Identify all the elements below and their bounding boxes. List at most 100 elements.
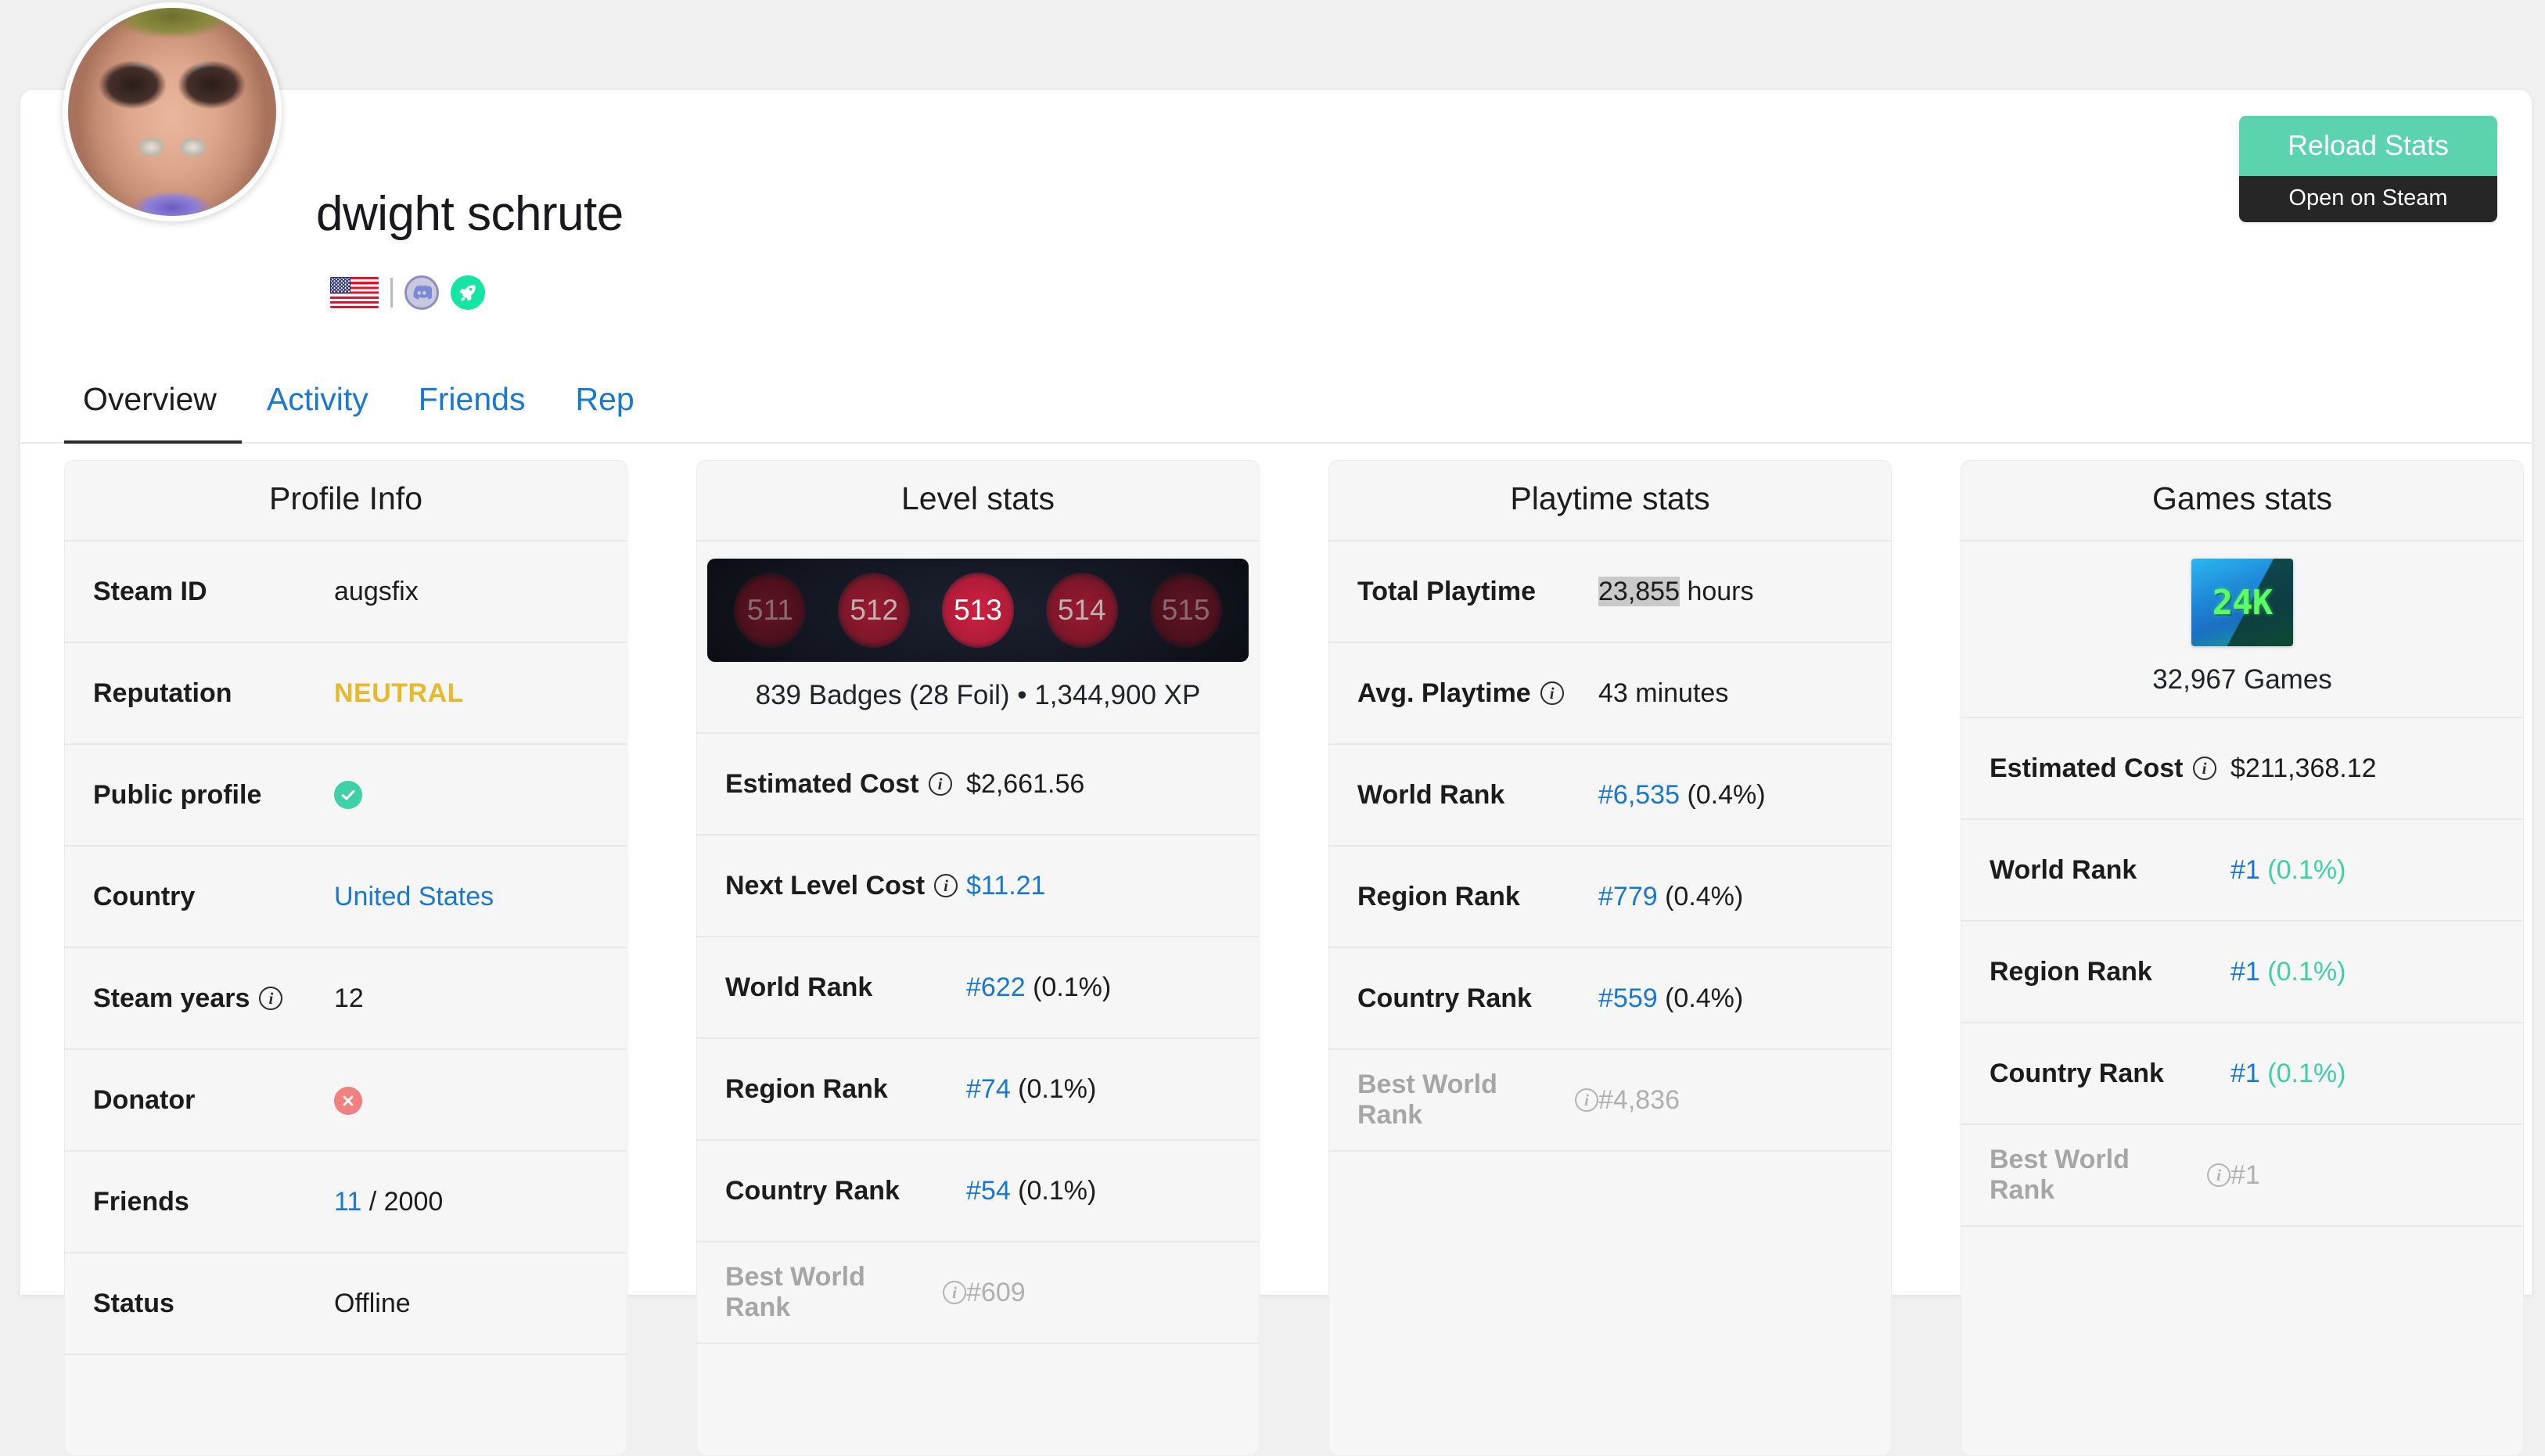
level-chip: 511 bbox=[734, 573, 807, 649]
row-value: #609 bbox=[966, 1277, 1026, 1307]
united-states-flag-icon bbox=[330, 277, 379, 308]
info-icon[interactable]: i bbox=[259, 987, 283, 1011]
info-icon[interactable]: i bbox=[943, 1281, 966, 1305]
row-label-text: Steam years bbox=[93, 983, 250, 1013]
row-label: Status bbox=[93, 1288, 174, 1318]
row-label: Region Rank bbox=[725, 1073, 888, 1104]
tab-rep[interactable]: Rep bbox=[550, 383, 659, 442]
row-friends: Friends 11 / 2000 bbox=[65, 1152, 627, 1254]
tab-friends[interactable]: Friends bbox=[394, 383, 551, 442]
row-label: Total Playtime bbox=[1357, 576, 1536, 606]
rank-link[interactable]: #54 bbox=[966, 1176, 1011, 1206]
info-icon[interactable]: i bbox=[2207, 1163, 2230, 1188]
profile-tabs: Overview Activity Friends Rep bbox=[20, 340, 2532, 444]
profile-avatar[interactable] bbox=[63, 2, 282, 221]
row-total-playtime: Total Playtime 23,855 hours bbox=[1329, 541, 1891, 644]
reload-stats-button[interactable]: Reload Stats bbox=[2239, 116, 2497, 176]
row-label-text: Best World Rank bbox=[1357, 1070, 1497, 1131]
rank-link[interactable]: #622 bbox=[966, 972, 1026, 1002]
row-label: Best World Rank i bbox=[725, 1262, 966, 1323]
row-label: Donator bbox=[93, 1084, 196, 1115]
row-value: augsfix bbox=[334, 576, 419, 606]
rocket-icon[interactable] bbox=[451, 275, 485, 310]
tab-activity[interactable]: Activity bbox=[242, 383, 394, 442]
level-chip: 515 bbox=[1149, 573, 1222, 649]
rank-percent: (0.1%) bbox=[2259, 956, 2346, 987]
rank-percent: (0.4%) bbox=[1657, 881, 1744, 911]
row-label: Region Rank bbox=[1990, 956, 2152, 987]
selected-text: 23,855 bbox=[1598, 576, 1680, 606]
info-icon[interactable]: i bbox=[1540, 681, 1564, 706]
row-label-text: Estimated Cost bbox=[1990, 753, 2184, 783]
row-value bbox=[334, 780, 362, 811]
row-value: #1 (0.1%) bbox=[2230, 1059, 2345, 1089]
playtime-unit: hours bbox=[1680, 576, 1754, 606]
row-label: Estimated Cost i bbox=[1990, 753, 2230, 784]
rank-link[interactable]: #74 bbox=[966, 1074, 1011, 1104]
card-playtime-stats: Playtime stats Total Playtime 23,855 hou… bbox=[1328, 460, 1892, 1456]
rank-link[interactable]: #559 bbox=[1598, 983, 1658, 1013]
row-value: Offline bbox=[334, 1288, 411, 1318]
row-country: Country United States bbox=[65, 847, 627, 949]
row-world-rank: World Rank #6,535 (0.4%) bbox=[1329, 745, 1891, 847]
rank-link[interactable]: #779 bbox=[1598, 882, 1658, 911]
rank-link[interactable]: #1 bbox=[2230, 855, 2260, 885]
row-value: #4,836 bbox=[1598, 1084, 1680, 1115]
row-label: Reputation bbox=[93, 678, 232, 708]
row-label: World Rank bbox=[1990, 854, 2137, 885]
row-country-rank: Country Rank #1 (0.1%) bbox=[1961, 1023, 2523, 1126]
card-level-stats: Level stats 511 512 513 514 515 839 Badg… bbox=[696, 460, 1260, 1456]
row-value: 23,855 hours bbox=[1598, 576, 1754, 607]
profile-header: dwight schrute Reload Stats Open on Stea… bbox=[20, 2, 2532, 310]
row-value: #779 (0.4%) bbox=[1598, 882, 1743, 912]
rank-link[interactable]: #1 bbox=[2230, 1059, 2260, 1088]
profile-page-card: dwight schrute Reload Stats Open on Stea… bbox=[20, 2, 2532, 1456]
card-title-games-stats: Games stats bbox=[1961, 461, 2523, 542]
open-on-steam-button[interactable]: Open on Steam bbox=[2239, 175, 2497, 223]
row-region-rank: Region Rank #74 (0.1%) bbox=[697, 1039, 1259, 1141]
rank-percent: (0.1%) bbox=[1010, 1175, 1097, 1206]
rank-link[interactable]: #1 bbox=[2230, 957, 2260, 987]
row-region-rank: Region Rank #1 (0.1%) bbox=[1961, 922, 2523, 1024]
row-label: Best World Rank i bbox=[1357, 1070, 1598, 1131]
rank-link[interactable]: #6,535 bbox=[1598, 780, 1680, 810]
card-footer-spacer bbox=[65, 1355, 627, 1455]
row-world-rank: World Rank #1 (0.1%) bbox=[1961, 820, 2523, 922]
row-next-level-cost: Next Level Cost i $11.21 bbox=[697, 836, 1259, 938]
row-value: 43 minutes bbox=[1598, 678, 1729, 708]
profile-badges-row bbox=[330, 275, 485, 311]
info-icon[interactable]: i bbox=[1575, 1088, 1598, 1113]
row-region-rank: Region Rank #779 (0.4%) bbox=[1329, 847, 1891, 949]
row-value: $2,661.56 bbox=[966, 768, 1085, 799]
row-country-rank: Country Rank #54 (0.1%) bbox=[697, 1141, 1259, 1243]
row-label: Best World Rank i bbox=[1990, 1145, 2230, 1206]
level-chip: 512 bbox=[838, 573, 911, 649]
row-label-text: Estimated Cost bbox=[725, 768, 919, 799]
tab-overview[interactable]: Overview bbox=[64, 383, 242, 444]
info-icon[interactable]: i bbox=[928, 772, 952, 796]
level-strip: 511 512 513 514 515 bbox=[707, 559, 1249, 663]
row-value: #74 (0.1%) bbox=[966, 1074, 1096, 1105]
card-title-profile-info: Profile Info bbox=[65, 461, 627, 542]
rank-percent: (0.1%) bbox=[1010, 1073, 1097, 1104]
row-reputation: Reputation NEUTRAL bbox=[65, 643, 627, 746]
stats-cards-grid: Profile Info Steam ID augsfix Reputation… bbox=[64, 460, 2532, 1456]
games-caption: 32,967 Games bbox=[2152, 664, 2332, 696]
row-label: Steam ID bbox=[93, 576, 207, 606]
card-games-stats: Games stats 24K 32,967 Games Estimated C… bbox=[1961, 460, 2524, 1456]
info-icon[interactable]: i bbox=[934, 874, 958, 898]
row-label: Next Level Cost i bbox=[725, 871, 966, 901]
level-chip-current: 513 bbox=[941, 573, 1014, 649]
friends-count-link[interactable]: 11 bbox=[334, 1187, 361, 1217]
next-level-cost-link[interactable]: $11.21 bbox=[966, 871, 1045, 901]
row-label-text: Next Level Cost bbox=[725, 870, 926, 901]
info-icon[interactable]: i bbox=[2192, 757, 2216, 781]
row-donator: Donator bbox=[65, 1050, 627, 1152]
row-label: Steam years i bbox=[93, 983, 334, 1014]
country-link[interactable]: United States bbox=[334, 882, 494, 912]
card-footer-spacer bbox=[1961, 1327, 2523, 1427]
discord-icon[interactable] bbox=[404, 275, 439, 310]
row-label: Country Rank bbox=[725, 1175, 900, 1206]
row-label-text: Best World Rank bbox=[1990, 1145, 2130, 1206]
row-label: Avg. Playtime i bbox=[1357, 678, 1598, 709]
